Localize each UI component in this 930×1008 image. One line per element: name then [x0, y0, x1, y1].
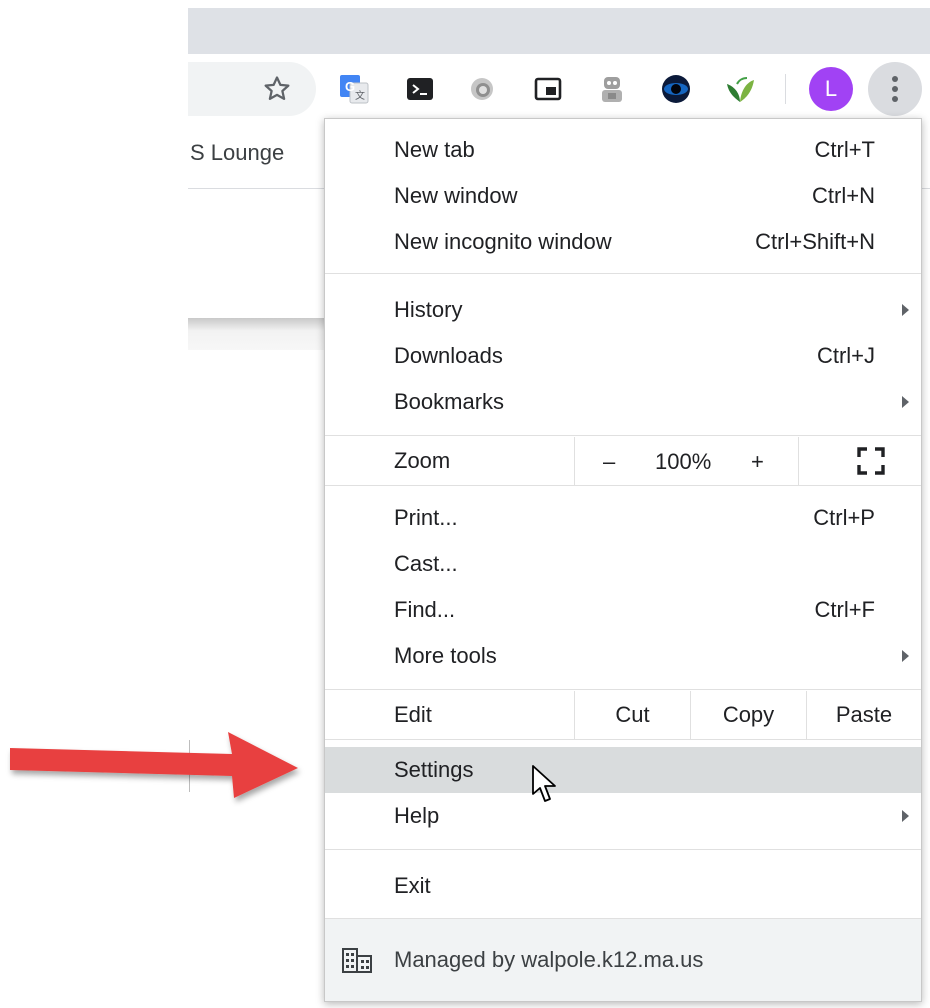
- menu-item-label: Find...: [394, 597, 456, 622]
- eye-extension-icon[interactable]: [659, 72, 693, 106]
- clock-extension-icon[interactable]: [465, 72, 499, 106]
- menu-separator: [325, 849, 921, 850]
- menu-item-label: Exit: [394, 873, 431, 898]
- menu-item-cast[interactable]: Cast...: [325, 541, 921, 587]
- menu-item-shortcut: Ctrl+T: [814, 137, 876, 162]
- menu-item-print[interactable]: Print... Ctrl+P: [325, 495, 921, 541]
- star-icon[interactable]: [262, 74, 292, 104]
- menu-item-label: Downloads: [394, 343, 503, 368]
- chrome-menu-button[interactable]: [868, 62, 922, 116]
- menu-item-label: Bookmarks: [394, 389, 505, 414]
- svg-text:G: G: [345, 79, 355, 94]
- edit-copy-button[interactable]: Copy: [690, 691, 806, 739]
- menu-item-label: Zoom: [394, 448, 451, 473]
- kebab-menu-icon: [892, 76, 898, 102]
- picture-in-picture-icon[interactable]: [531, 72, 565, 106]
- edit-paste-button[interactable]: Paste: [806, 691, 921, 739]
- menu-item-settings[interactable]: Settings: [325, 747, 921, 793]
- submenu-arrow-icon: [902, 810, 909, 822]
- menu-item-downloads[interactable]: Downloads Ctrl+J: [325, 333, 921, 379]
- menu-row-edit: Edit Cut Copy Paste: [325, 691, 921, 739]
- menu-item-label: Edit: [394, 702, 432, 727]
- zoom-in-button[interactable]: +: [751, 449, 764, 475]
- leaf-extension-icon[interactable]: [723, 72, 757, 106]
- submenu-arrow-icon: [902, 304, 909, 316]
- menu-separator: [325, 739, 921, 740]
- address-bar[interactable]: [188, 62, 316, 116]
- edit-cut-label: Cut: [615, 702, 650, 727]
- menu-item-new-tab[interactable]: New tab Ctrl+T: [325, 127, 921, 173]
- menu-item-shortcut: Ctrl+Shift+N: [755, 229, 875, 254]
- menu-item-label: More tools: [394, 643, 497, 668]
- screenshot-root: G 文 L S Lounge New tab Ctrl+T New window…: [0, 0, 930, 1008]
- menu-item-label: Help: [394, 803, 440, 828]
- menu-item-more-tools[interactable]: More tools: [325, 633, 921, 679]
- menu-item-label: New incognito window: [394, 229, 612, 254]
- google-translate-icon[interactable]: G 文: [337, 72, 371, 106]
- mouse-cursor-icon: [532, 765, 556, 802]
- terminal-icon[interactable]: [403, 72, 437, 106]
- menu-separator: [325, 689, 921, 690]
- zoom-level: 100%: [655, 449, 712, 474]
- menu-item-shortcut: Ctrl+P: [813, 505, 875, 530]
- fullscreen-button[interactable]: [798, 437, 921, 485]
- bookmark-item[interactable]: S Lounge: [190, 140, 284, 166]
- menu-item-managed-by[interactable]: Managed by walpole.k12.ma.us: [325, 919, 921, 1001]
- robot-extension-icon[interactable]: [595, 72, 629, 106]
- menu-row-zoom: Zoom – 100% +: [325, 437, 921, 485]
- menu-item-label: Cast...: [394, 551, 458, 576]
- fullscreen-icon: [857, 447, 885, 475]
- svg-text:文: 文: [355, 89, 365, 102]
- menu-item-label: New tab: [394, 137, 475, 162]
- menu-item-new-incognito-window[interactable]: New incognito window Ctrl+Shift+N: [325, 219, 921, 265]
- managed-by-label: Managed by walpole.k12.ma.us: [394, 947, 704, 972]
- menu-item-exit[interactable]: Exit: [325, 863, 921, 909]
- toolbar-separator: [785, 74, 786, 104]
- building-icon: [342, 948, 372, 973]
- menu-item-label: New window: [394, 183, 518, 208]
- menu-separator: [325, 273, 921, 274]
- edit-cut-button[interactable]: Cut: [574, 691, 690, 739]
- tab-strip: [188, 8, 930, 54]
- profile-avatar[interactable]: L: [809, 67, 853, 111]
- menu-item-shortcut: Ctrl+F: [814, 597, 876, 622]
- menu-item-find[interactable]: Find... Ctrl+F: [325, 587, 921, 633]
- zoom-out-button[interactable]: –: [603, 449, 615, 475]
- edit-paste-label: Paste: [835, 702, 893, 727]
- menu-item-new-window[interactable]: New window Ctrl+N: [325, 173, 921, 219]
- page-content-shadow: [188, 318, 328, 350]
- menu-item-help[interactable]: Help: [325, 793, 921, 839]
- menu-item-bookmarks[interactable]: Bookmarks: [325, 379, 921, 425]
- menu-separator: [325, 485, 921, 486]
- edit-copy-label: Copy: [722, 702, 775, 727]
- menu-item-label: Settings: [394, 757, 474, 782]
- submenu-arrow-icon: [902, 396, 909, 408]
- chrome-main-menu: New tab Ctrl+T New window Ctrl+N New inc…: [324, 118, 922, 1002]
- menu-item-shortcut: Ctrl+J: [816, 343, 875, 368]
- menu-item-label: History: [394, 297, 463, 322]
- submenu-arrow-icon: [902, 650, 909, 662]
- menu-item-history[interactable]: History: [325, 287, 921, 333]
- menu-item-label: Print...: [394, 505, 458, 530]
- menu-separator: [325, 435, 921, 436]
- zoom-controls: – 100% +: [574, 437, 798, 485]
- menu-item-shortcut: Ctrl+N: [812, 183, 875, 208]
- red-arrow-icon: [10, 732, 298, 798]
